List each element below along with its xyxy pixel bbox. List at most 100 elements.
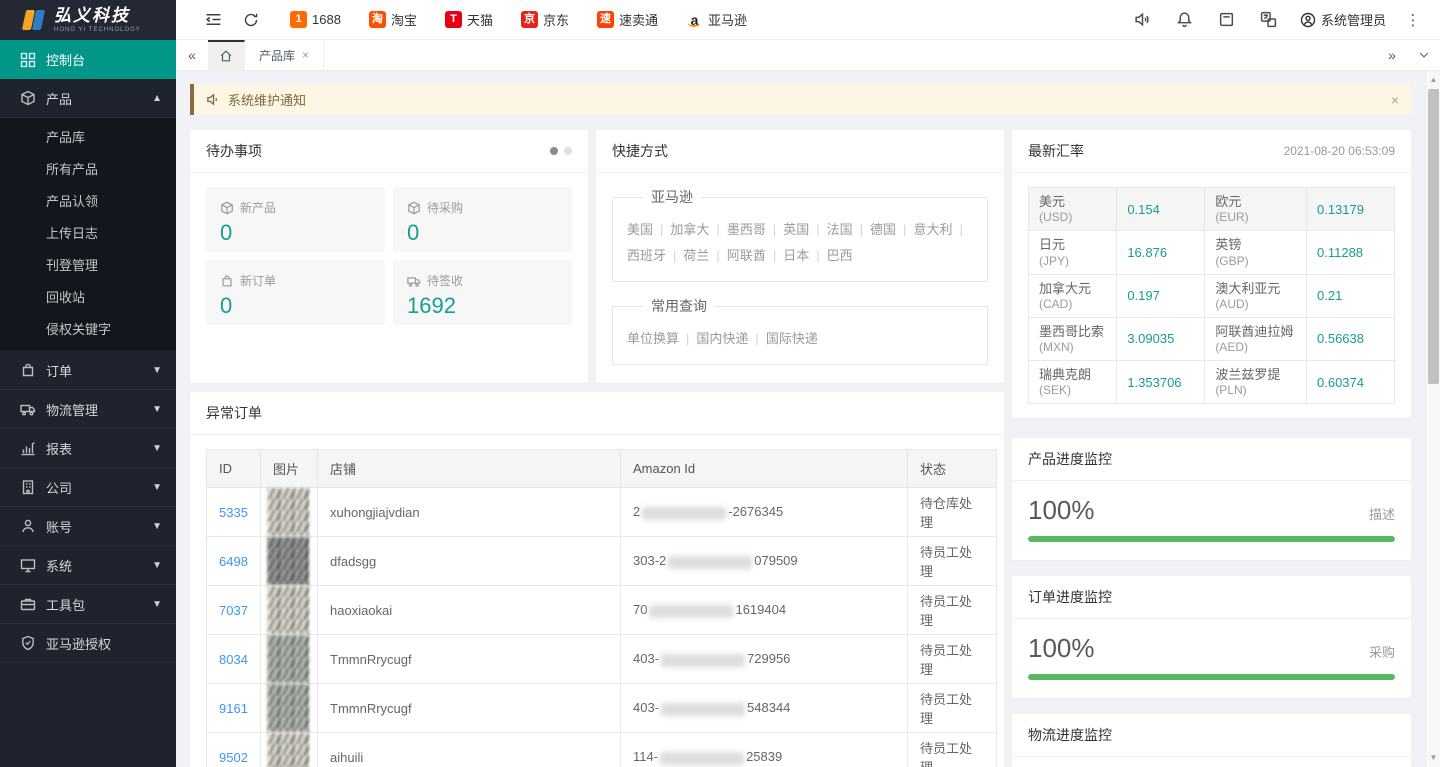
more-menu-button[interactable]: ⋮ <box>1400 11 1426 29</box>
stat-pending-receipt[interactable]: 待签收 1692 <box>393 260 572 325</box>
sidebar-subitem-infringing-keywords[interactable]: 侵权关键字 <box>0 314 176 346</box>
country-link-uk[interactable]: 英国 <box>783 222 809 237</box>
scrollbar-thumb[interactable] <box>1428 89 1439 384</box>
collapse-sidebar-button[interactable] <box>194 11 232 28</box>
country-link-de[interactable]: 德国 <box>870 222 896 237</box>
product-thumbnail <box>267 537 309 585</box>
sidebar-item-orders[interactable]: 订单 ▼ <box>0 351 176 390</box>
sidebar-subitem-listing-manage[interactable]: 刊登管理 <box>0 250 176 282</box>
system-notice-banner: 系统维护通知 × <box>190 84 1411 115</box>
rate-value: 3.09035 <box>1117 317 1205 360</box>
tabs-scroll-right-button[interactable]: » <box>1376 40 1408 70</box>
sidebar-item-label: 亚马逊授权 <box>46 634 111 653</box>
monitor-percent: 100% <box>1028 495 1095 526</box>
rate-value: 16.876 <box>1117 231 1205 274</box>
carousel-dot-2[interactable] <box>564 147 572 155</box>
speaker-icon <box>1134 11 1151 28</box>
amazon-id: 403-729956 <box>621 635 908 684</box>
order-status: 待员工处理 <box>908 537 997 586</box>
sidebar-subitem-recycle-bin[interactable]: 回收站 <box>0 282 176 314</box>
link-tmall[interactable]: T 天猫 <box>445 10 493 29</box>
sidebar-item-logistics[interactable]: 物流管理 ▼ <box>0 390 176 429</box>
language-button[interactable] <box>1252 11 1286 28</box>
link-aliexpress[interactable]: 速 速卖通 <box>597 10 658 29</box>
order-id-link[interactable]: 8034 <box>219 652 248 667</box>
exchange-rate-card: 最新汇率 2021-08-20 06:53:09 美元(USD) 0.154 欧… <box>1012 130 1411 418</box>
stat-new-products[interactable]: 新产品 0 <box>206 187 385 252</box>
redacted-segment <box>660 752 744 765</box>
tab-product-library[interactable]: 产品库 × <box>245 40 324 70</box>
stat-new-orders[interactable]: 新订单 0 <box>206 260 385 325</box>
order-status: 待员工处理 <box>908 733 997 767</box>
tabs-scroll-left-button[interactable]: « <box>176 40 208 70</box>
link-amazon[interactable]: a 亚马逊 <box>686 10 747 29</box>
user-menu[interactable]: 系统管理员 <box>1294 10 1392 29</box>
link-1688[interactable]: 1 1688 <box>290 11 341 28</box>
link-jd[interactable]: 京 京东 <box>521 10 569 29</box>
tabs-dropdown-button[interactable] <box>1408 40 1440 70</box>
intl-express-link[interactable]: 国际快递 <box>766 331 818 346</box>
close-notice-button[interactable]: × <box>1391 92 1399 108</box>
country-link-ca[interactable]: 加拿大 <box>670 222 709 237</box>
country-link-fr[interactable]: 法国 <box>827 222 853 237</box>
order-id-link[interactable]: 5335 <box>219 505 248 520</box>
refresh-button[interactable] <box>232 12 270 28</box>
carousel-dot-1[interactable] <box>550 147 558 155</box>
order-id-link[interactable]: 9161 <box>219 701 248 716</box>
app-window: 弘义科技 HONG YI TECHNOLOGY 控制台 产品 ▲ 产品库 所有产… <box>0 0 1440 767</box>
country-link-it[interactable]: 意大利 <box>913 222 952 237</box>
country-link-es[interactable]: 西班牙 <box>627 248 666 263</box>
brand-name: 弘义科技 <box>54 7 141 24</box>
sidebar-item-label: 账号 <box>46 517 72 536</box>
scrollbar-down-arrow[interactable]: ▼ <box>1426 751 1440 765</box>
sidebar-item-company[interactable]: 公司 ▼ <box>0 468 176 507</box>
order-id-link[interactable]: 9502 <box>219 750 248 765</box>
country-link-br[interactable]: 巴西 <box>827 248 853 263</box>
sidebar-subitem-product-library[interactable]: 产品库 <box>0 122 176 154</box>
country-link-mx[interactable]: 墨西哥 <box>727 222 766 237</box>
briefcase-icon <box>20 596 36 612</box>
brand-logo[interactable]: 弘义科技 HONG YI TECHNOLOGY <box>0 0 176 40</box>
country-link-ae[interactable]: 阿联酋 <box>727 248 766 263</box>
order-status: 待员工处理 <box>908 586 997 635</box>
shop-name: xuhongjiajvdian <box>318 488 621 537</box>
table-row: 7037 haoxiaokai 701619404 待员工处理 <box>207 586 997 635</box>
country-link-nl[interactable]: 荷兰 <box>683 248 709 263</box>
order-id-link[interactable]: 7037 <box>219 603 248 618</box>
stat-value: 0 <box>220 220 371 246</box>
country-link-jp[interactable]: 日本 <box>783 248 809 263</box>
sidebar-item-console[interactable]: 控制台 <box>0 40 176 79</box>
sidebar-subitem-product-claim[interactable]: 产品认领 <box>0 186 176 218</box>
marketplace-taobao-icon: 淘 <box>369 11 386 28</box>
logistics-domestic-progress-card: 物流进度监控 95% 国内签收 <box>1012 714 1411 767</box>
rate-value: 0.154 <box>1117 188 1205 231</box>
brand-subtitle: HONG YI TECHNOLOGY <box>54 27 141 33</box>
stat-pending-purchase[interactable]: 待采购 0 <box>393 187 572 252</box>
building-icon <box>20 479 36 495</box>
calculator-button[interactable] <box>1210 11 1244 28</box>
close-tab-icon[interactable]: × <box>302 48 309 62</box>
order-id-link[interactable]: 6498 <box>219 554 248 569</box>
vertical-scrollbar[interactable]: ▲ ▼ <box>1425 71 1440 767</box>
sidebar-item-product[interactable]: 产品 ▲ <box>0 79 176 118</box>
rate-value: 0.56638 <box>1307 317 1395 360</box>
unit-convert-link[interactable]: 单位换算 <box>627 331 679 346</box>
sidebar-item-reports[interactable]: 报表 ▼ <box>0 429 176 468</box>
sidebar-item-amazon-auth[interactable]: 亚马逊授权 <box>0 624 176 663</box>
notifications-button[interactable] <box>1168 11 1202 28</box>
table-header-row: ID 图片 店铺 Amazon Id 状态 <box>207 450 997 488</box>
sidebar-item-accounts[interactable]: 账号 ▼ <box>0 507 176 546</box>
announcement-button[interactable] <box>1126 11 1160 28</box>
notice-text[interactable]: 系统维护通知 <box>228 90 306 109</box>
sidebar-subitem-upload-log[interactable]: 上传日志 <box>0 218 176 250</box>
chevron-down-icon: ▼ <box>152 404 162 415</box>
scrollbar-up-arrow[interactable]: ▲ <box>1426 73 1440 87</box>
sidebar-item-toolbox[interactable]: 工具包 ▼ <box>0 585 176 624</box>
link-taobao[interactable]: 淘 淘宝 <box>369 10 417 29</box>
domestic-express-link[interactable]: 国内快递 <box>696 331 748 346</box>
tab-home[interactable] <box>208 40 245 70</box>
country-link-us[interactable]: 美国 <box>627 222 653 237</box>
sidebar-subitem-all-products[interactable]: 所有产品 <box>0 154 176 186</box>
sidebar-item-system[interactable]: 系统 ▼ <box>0 546 176 585</box>
group-title: 常用查询 <box>643 296 715 316</box>
